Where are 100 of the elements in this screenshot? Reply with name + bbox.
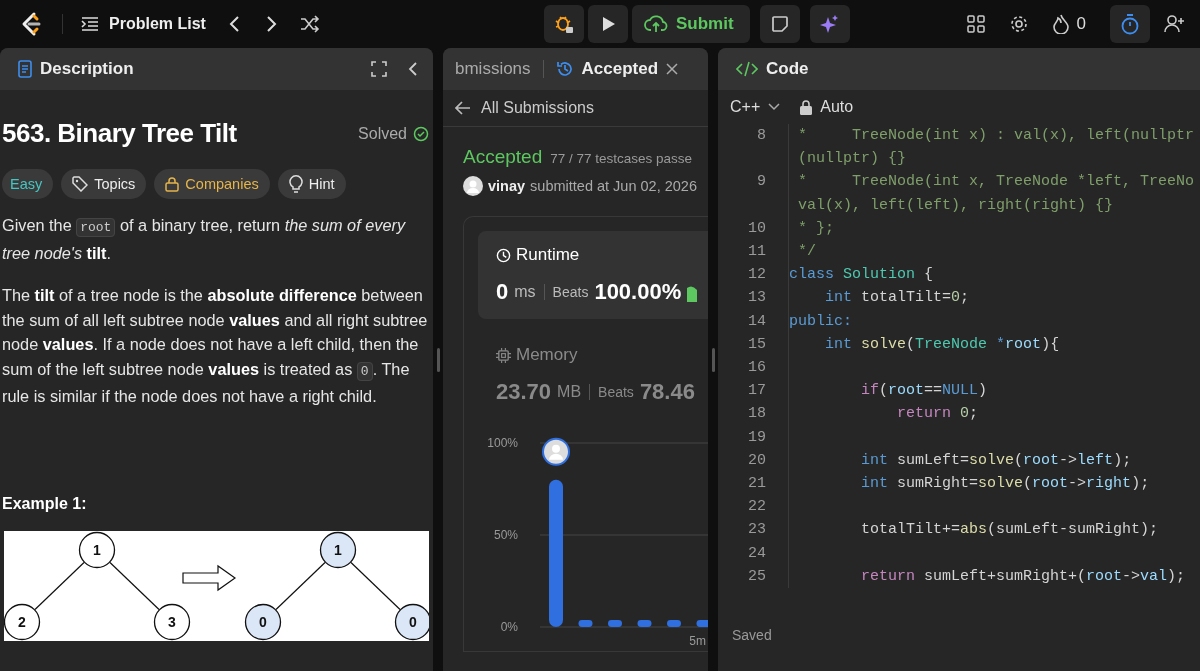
problem-list-button[interactable]: Problem List — [81, 15, 206, 33]
layout-icon[interactable] — [966, 15, 985, 33]
line-number: 11 — [747, 242, 766, 262]
line-number: 16 — [747, 358, 766, 379]
description-tab[interactable]: Description — [18, 59, 134, 79]
difficulty-tag[interactable]: Easy — [2, 169, 54, 199]
username[interactable]: vinay — [488, 178, 526, 194]
line-number: 19 — [747, 427, 766, 448]
close-icon[interactable] — [666, 63, 679, 75]
line-number: 21 — [747, 474, 766, 495]
panel-tab[interactable]: Accepted — [555, 59, 679, 79]
chart-bar[interactable] — [549, 479, 563, 627]
description-paragraph: The tilt of a tree node is the absolute difference between the sum of all left subtree node values and all right subtree node values. If a node does not have a left child, then the sum of the left subtree node values is treated as 0 . The rule is similar if the node does not have a right child. — [2, 285, 429, 407]
x-axis-label: 5m — [689, 634, 706, 648]
tree-edge — [350, 561, 401, 610]
testcases-count: 77 / 77 testcases passe — [550, 151, 693, 166]
line-number: 17 — [747, 381, 766, 402]
y-tick-label: 50% — [493, 528, 518, 542]
history-icon — [555, 60, 574, 78]
chart-bar[interactable] — [608, 620, 622, 627]
solved-status: Solved — [358, 124, 407, 143]
tree-node: 1 — [319, 531, 357, 568]
code-icon — [736, 61, 758, 77]
all-submissions-link[interactable]: All Submissions — [455, 99, 594, 117]
tree-node: 2 — [4, 603, 41, 640]
clock-icon — [496, 247, 511, 263]
hint-tag[interactable]: Hint — [277, 169, 346, 199]
y-tick-label: 0% — [500, 620, 518, 634]
lock-icon — [165, 176, 180, 192]
line-number: 22 — [747, 497, 766, 518]
line-number: 24 — [747, 543, 766, 564]
back-arrow-icon — [455, 101, 471, 115]
collapse-icon[interactable] — [407, 61, 419, 77]
line-number: 8 — [756, 126, 766, 146]
list-icon — [81, 16, 99, 32]
code-line: int solve(TreeNode *root){ — [824, 334, 1061, 355]
add-user-icon[interactable] — [1164, 14, 1186, 34]
problem-title: 563. Binary Tree Tilt — [2, 118, 237, 149]
saved-status: Saved — [731, 627, 773, 645]
line-number: 13 — [747, 288, 766, 309]
chart-bar[interactable] — [637, 620, 652, 627]
code-line: (nullptr) {} — [797, 149, 908, 170]
note-icon — [770, 15, 789, 33]
code-line: public: — [789, 311, 853, 332]
panel-tab[interactable]: bmissions — [455, 59, 531, 79]
code-line: totalTilt+=abs(sumLeft-sumRight); — [860, 520, 1160, 541]
settings-icon[interactable] — [1008, 14, 1029, 34]
resize-handle[interactable] — [711, 347, 715, 372]
chart-bar[interactable] — [667, 620, 681, 627]
lightbulb-icon — [288, 175, 303, 193]
code-line: */ — [797, 242, 817, 262]
note-button[interactable] — [759, 5, 800, 43]
tag-icon — [72, 176, 89, 192]
tree-edge — [34, 561, 85, 610]
example-heading: Example 1: — [2, 494, 88, 513]
code-line: int totalTilt=0; — [824, 288, 971, 309]
fullscreen-icon[interactable] — [371, 61, 387, 77]
auto-mode-label: Auto — [820, 98, 854, 116]
streak-counter[interactable]: 0 — [1052, 14, 1086, 34]
avatar-marker — [542, 437, 570, 466]
code-line: int sumRight=solve(root->right); — [860, 474, 1151, 495]
lock-icon — [800, 99, 813, 115]
line-number: 9 — [756, 172, 766, 193]
line-number: 15 — [747, 334, 766, 355]
code-line: int sumLeft=solve(root->left); — [860, 450, 1133, 471]
flame-icon — [1052, 14, 1069, 34]
timer-button[interactable] — [1110, 5, 1150, 43]
ai-button[interactable] — [809, 5, 850, 43]
resize-handle[interactable] — [436, 347, 440, 372]
shuffle-icon[interactable] — [299, 15, 320, 33]
tree-edge — [109, 561, 160, 610]
language-dropdown[interactable]: C++ — [730, 98, 781, 116]
code-tab[interactable]: Code — [736, 59, 809, 79]
hollow-arrow — [182, 564, 237, 591]
memory-metric[interactable]: Memory 23.70 MB Beats 78.46 — [478, 331, 708, 419]
line-number: 20 — [747, 450, 766, 471]
submit-button[interactable]: Submit — [632, 5, 750, 43]
description-paragraph: Given the root of a binary tree, return the sum of every tree node's tilt. — [2, 215, 407, 264]
chart-bar[interactable] — [578, 620, 593, 627]
stopwatch-icon — [1120, 13, 1140, 35]
debug-button[interactable] — [544, 5, 584, 43]
tree-node: 0 — [394, 603, 429, 640]
code-line: * }; — [797, 218, 835, 239]
caret-icon — [768, 103, 781, 111]
topics-tag[interactable]: Topics — [61, 169, 147, 199]
line-number: 10 — [747, 218, 766, 239]
sparkle-icon — [819, 14, 840, 34]
code-line: * TreeNode(int x) : val(x), left(nullptr — [797, 126, 1196, 146]
code-line: * TreeNode(int x, TreeNode *left, TreeNo — [797, 172, 1196, 193]
accepted-status: Accepted — [463, 146, 543, 168]
runtime-metric[interactable]: Runtime 0 ms Beats 100.00% — [478, 231, 708, 319]
run-button[interactable] — [588, 5, 628, 43]
chart-bar[interactable] — [696, 620, 708, 627]
tree-node: 0 — [244, 603, 282, 640]
cloud-upload-icon — [644, 14, 668, 34]
check-circle-icon — [413, 125, 429, 142]
tree-node: 1 — [78, 531, 116, 568]
companies-tag[interactable]: Companies — [154, 169, 270, 199]
chip-icon — [496, 347, 511, 363]
previous-icon[interactable] — [227, 15, 242, 33]
